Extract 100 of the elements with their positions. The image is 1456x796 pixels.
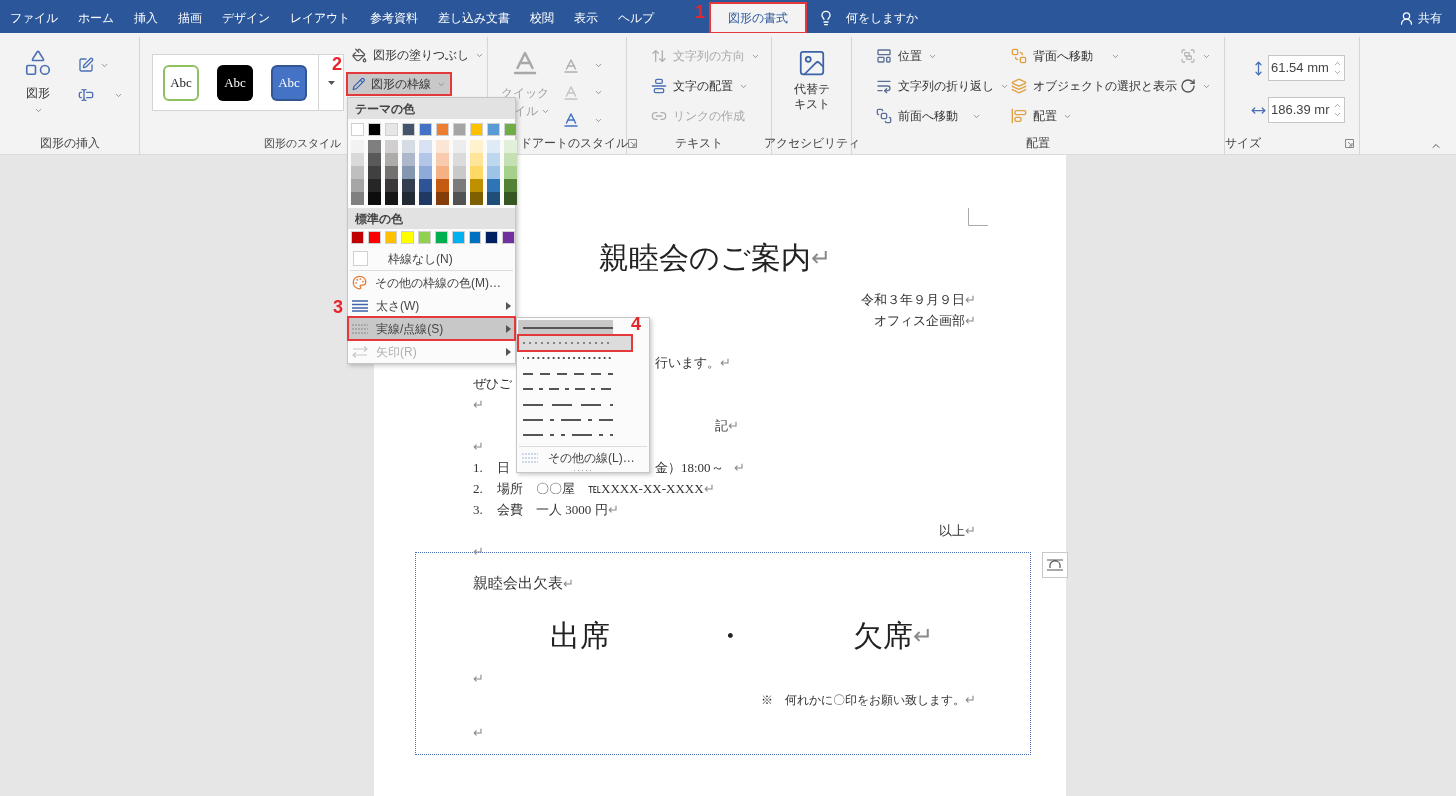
color-swatch[interactable] <box>470 192 483 205</box>
color-swatch[interactable] <box>453 166 466 179</box>
color-swatch[interactable] <box>487 179 500 192</box>
color-swatch[interactable] <box>419 166 432 179</box>
color-swatch[interactable] <box>385 140 398 153</box>
size-field[interactable]: 186.39 mr <box>1268 97 1345 123</box>
color-swatch[interactable] <box>402 166 415 179</box>
menu-item[interactable]: 太さ(W) <box>348 294 515 317</box>
color-swatch[interactable] <box>453 179 466 192</box>
color-swatch[interactable] <box>368 153 381 166</box>
color-swatch[interactable] <box>419 179 432 192</box>
color-swatch[interactable] <box>487 166 500 179</box>
color-swatch[interactable] <box>401 231 415 244</box>
resize-grip-icon[interactable] <box>573 468 593 472</box>
ribbon-tab[interactable]: ファイル <box>0 3 68 33</box>
menu-item[interactable]: その他の線(L)… <box>517 447 649 469</box>
ribbon-tab[interactable]: デザイン <box>212 3 280 33</box>
spin-up-icon[interactable] <box>1333 59 1342 68</box>
ribbon-tab[interactable]: 表示 <box>564 3 608 33</box>
color-swatch[interactable] <box>384 231 398 244</box>
ribbon-tab[interactable]: 校閲 <box>520 3 564 33</box>
shapes-button[interactable]: 図形 <box>16 48 60 134</box>
color-swatch[interactable] <box>453 123 466 136</box>
lightbulb-icon[interactable] <box>818 10 834 26</box>
ribbon-button[interactable]: 位置 <box>876 41 937 71</box>
ribbon-tab[interactable]: 描画 <box>168 3 212 33</box>
size-field[interactable]: 61.54 mm <box>1268 55 1345 81</box>
spin-down-icon[interactable] <box>1333 68 1342 77</box>
share-button[interactable]: 共有 <box>1399 3 1442 33</box>
color-swatch[interactable] <box>468 231 482 244</box>
color-swatch[interactable] <box>436 192 449 205</box>
color-swatch[interactable] <box>351 140 364 153</box>
color-swatch[interactable] <box>436 123 449 136</box>
color-swatch[interactable] <box>351 192 364 205</box>
dialog-launcher-icon[interactable] <box>628 138 637 148</box>
tell-me-field[interactable]: 何をしますか <box>846 9 918 27</box>
shape-fill-button[interactable]: 図形の塗りつぶし <box>347 44 489 66</box>
color-swatch[interactable] <box>451 231 465 244</box>
ribbon-tab[interactable]: 参考資料 <box>360 3 428 33</box>
color-swatch[interactable] <box>487 123 500 136</box>
color-swatch[interactable] <box>368 179 381 192</box>
alt-text-button[interactable]: 代替テキスト <box>791 48 832 134</box>
ribbon-button[interactable]: 配置 <box>1011 101 1072 131</box>
color-swatch[interactable] <box>402 192 415 205</box>
color-swatch[interactable] <box>504 140 517 153</box>
gallery-more-icon[interactable] <box>327 80 335 85</box>
ribbon-tab[interactable]: ホーム <box>68 3 124 33</box>
color-swatch[interactable] <box>435 231 448 244</box>
ribbon-tab[interactable]: 図形の書式 <box>710 3 806 33</box>
color-swatch[interactable] <box>504 123 517 136</box>
color-swatch[interactable] <box>351 179 364 192</box>
color-swatch[interactable] <box>368 140 381 153</box>
color-swatch[interactable] <box>436 153 449 166</box>
spin-up-icon[interactable] <box>1333 101 1342 110</box>
spin-down-icon[interactable] <box>1333 110 1342 119</box>
color-swatch[interactable] <box>402 123 415 136</box>
color-swatch[interactable] <box>385 179 398 192</box>
ribbon-button[interactable]: 文字の配置 <box>651 71 760 101</box>
color-swatch[interactable] <box>367 231 381 244</box>
ribbon-button[interactable]: 背面へ移動 <box>1011 41 1093 71</box>
ribbon-button[interactable]: 前面へ移動 <box>876 101 958 131</box>
color-swatch[interactable] <box>436 166 449 179</box>
color-swatch[interactable] <box>368 192 381 205</box>
color-swatch[interactable] <box>487 192 500 205</box>
color-swatch[interactable] <box>487 153 500 166</box>
style-swatch[interactable]: Abc <box>163 64 199 101</box>
color-swatch[interactable] <box>419 140 432 153</box>
color-swatch[interactable] <box>351 123 364 136</box>
color-swatch[interactable] <box>385 123 398 136</box>
color-swatch[interactable] <box>470 179 483 192</box>
color-swatch[interactable] <box>419 153 432 166</box>
style-swatch[interactable]: Abc <box>271 64 307 101</box>
color-swatch[interactable] <box>504 179 517 192</box>
menu-item[interactable]: 実線/点線(S) <box>348 317 515 340</box>
ribbon-button[interactable]: 文字列の折り返し <box>876 71 1009 101</box>
color-swatch[interactable] <box>504 153 517 166</box>
color-swatch[interactable] <box>368 166 381 179</box>
color-swatch[interactable] <box>351 153 364 166</box>
color-swatch[interactable] <box>418 231 431 244</box>
ribbon-tab[interactable]: レイアウト <box>280 3 360 33</box>
color-swatch[interactable] <box>385 192 398 205</box>
color-swatch[interactable] <box>504 192 517 205</box>
color-swatch[interactable] <box>402 140 415 153</box>
color-swatch[interactable] <box>470 153 483 166</box>
shape-outline-button[interactable]: 図形の枠線 <box>347 73 451 95</box>
color-swatch[interactable] <box>351 231 364 244</box>
style-swatch[interactable]: Abc <box>217 64 253 101</box>
dialog-launcher-icon[interactable] <box>1345 138 1354 148</box>
color-swatch[interactable] <box>453 140 466 153</box>
color-swatch[interactable] <box>470 140 483 153</box>
layout-options-button[interactable] <box>1042 552 1068 578</box>
ribbon-button[interactable]: オブジェクトの選択と表示 <box>1011 71 1177 101</box>
color-swatch[interactable] <box>470 166 483 179</box>
color-swatch[interactable] <box>504 166 517 179</box>
color-swatch[interactable] <box>485 231 499 244</box>
color-swatch[interactable] <box>419 192 432 205</box>
line-style-option[interactable] <box>518 335 632 351</box>
color-swatch[interactable] <box>385 166 398 179</box>
color-swatch[interactable] <box>436 140 449 153</box>
menu-item[interactable]: その他の枠線の色(M)… <box>348 271 515 294</box>
